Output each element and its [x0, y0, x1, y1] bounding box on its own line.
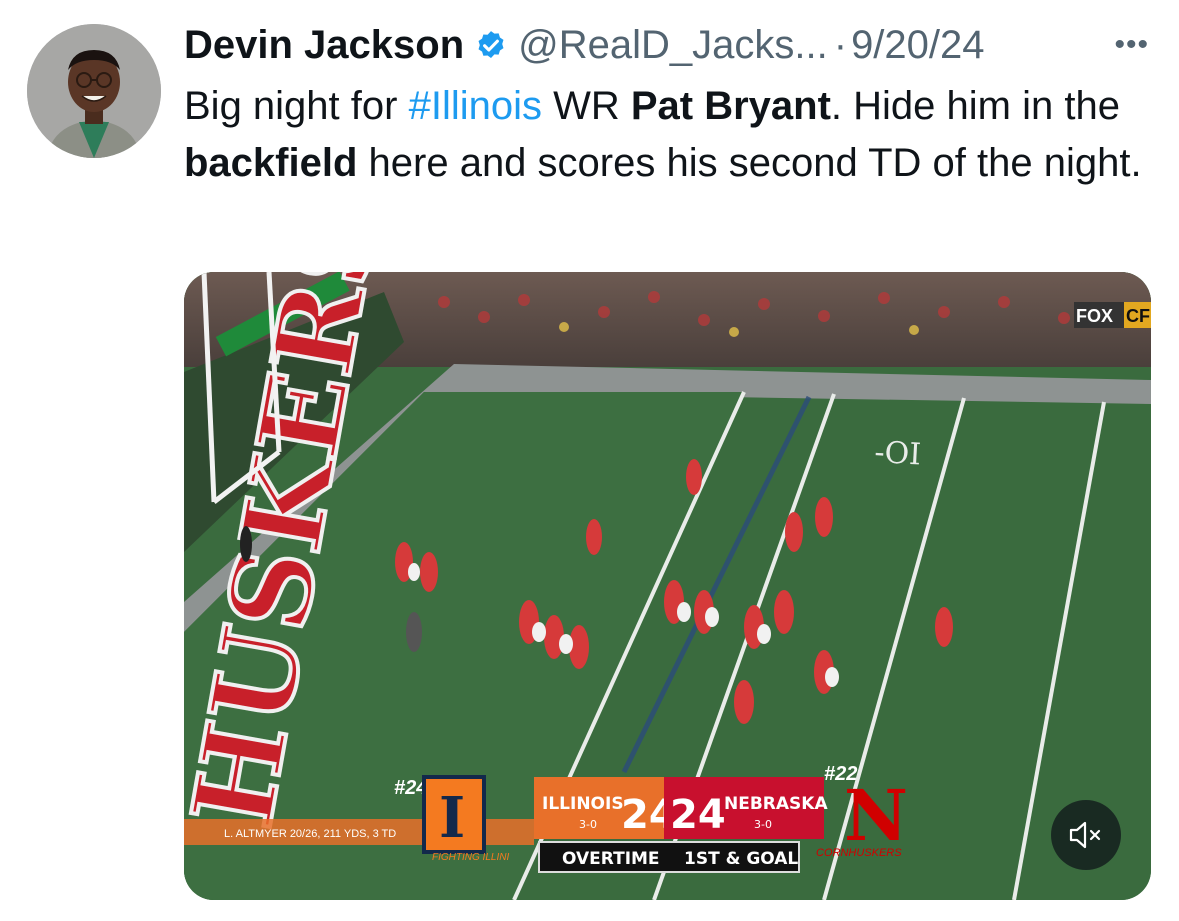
- away-team: ILLINOIS: [542, 794, 624, 814]
- author-name[interactable]: Devin Jackson: [184, 23, 464, 68]
- tweet-header: Devin Jackson @RealD_Jacks... · 9/20/24 …: [184, 18, 1149, 72]
- bold-text: backfield: [184, 141, 358, 185]
- illinois-logo: I: [439, 785, 465, 851]
- more-icon[interactable]: •••: [1114, 18, 1149, 72]
- player-stat: L. ALTMYER 20/26, 211 YDS, 3 TD: [224, 828, 396, 840]
- home-team: NEBRASKA: [724, 794, 828, 814]
- game-period: OVERTIME: [562, 849, 660, 869]
- nebraska-sub: CORNHUSKERS: [816, 847, 902, 859]
- text-segment: Big night for: [184, 84, 409, 128]
- illinois-sub: FIGHTING ILLINI: [432, 852, 509, 863]
- yard-number: -OI: [874, 435, 922, 472]
- video-player[interactable]: HUSKERS -OI FOX CF L. ALTMYER 20/26, 211…: [184, 272, 1151, 900]
- text-segment: here and scores his second TD of the nig…: [357, 141, 1142, 185]
- avatar[interactable]: [27, 24, 161, 158]
- home-score: 24: [670, 792, 726, 838]
- author-handle[interactable]: @RealD_Jacks...: [518, 23, 828, 68]
- network-suffix: CF: [1126, 306, 1150, 326]
- text-segment: WR: [541, 84, 631, 128]
- verified-badge-icon[interactable]: [474, 28, 508, 62]
- tweet-text: Big night for #Illinois WR Pat Bryant. H…: [184, 78, 1144, 192]
- bold-text: Pat Bryant: [630, 84, 831, 128]
- hashtag-link[interactable]: #Illinois: [409, 84, 542, 128]
- text-segment: . Hide him in the: [830, 84, 1120, 128]
- separator-dot: ·: [833, 22, 848, 67]
- speaker-muted-icon: [1069, 821, 1101, 849]
- mute-button[interactable]: [1051, 800, 1121, 870]
- network-name: FOX: [1076, 306, 1113, 326]
- home-record: 3-0: [754, 818, 772, 831]
- nebraska-logo: N: [844, 774, 908, 857]
- down-distance: 1ST & GOAL: [684, 849, 798, 869]
- tweet-date[interactable]: 9/20/24: [851, 23, 984, 68]
- away-record: 3-0: [579, 818, 597, 831]
- video-frame: HUSKERS -OI FOX CF L. ALTMYER 20/26, 211…: [184, 272, 1151, 900]
